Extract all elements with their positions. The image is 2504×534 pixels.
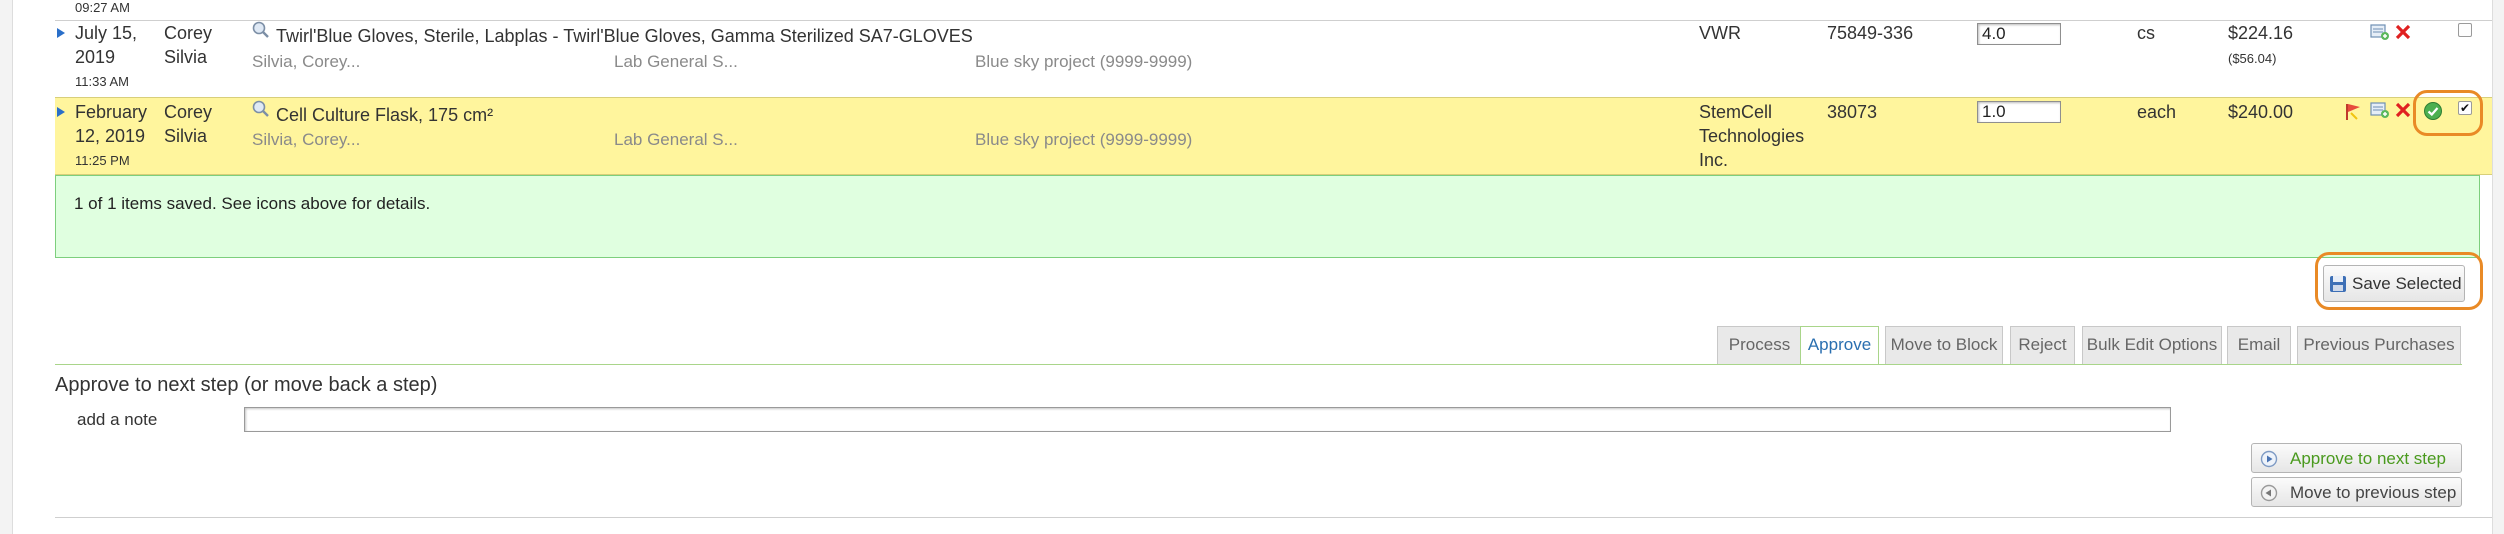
tab-bulk-edit-options[interactable]: Bulk Edit Options (2082, 326, 2222, 364)
unit: each (2137, 102, 2177, 122)
tab-previous-purchases[interactable]: Previous Purchases (2297, 326, 2461, 364)
sub-account: Lab General S... (614, 130, 738, 149)
tab-move-to-block[interactable]: Move to Block (1885, 326, 2003, 364)
approve-next-step-label: Approve to next step (2290, 449, 2446, 468)
section-heading: Approve to next step (or move back a ste… (55, 374, 438, 396)
order-date: July 15, (75, 23, 138, 43)
add-to-cart-icon[interactable] (2370, 101, 2390, 119)
item-description[interactable]: Twirl'Blue Gloves, Sterile, Labplas - Tw… (276, 24, 973, 48)
vendor-line-3: Inc. (1699, 150, 1729, 170)
unit-price: ($56.04) (2228, 51, 2277, 66)
vendor-line-1: StemCell (1699, 102, 1773, 122)
item-description[interactable]: Cell Culture Flask, 175 cm² (276, 103, 493, 127)
sub-requester: Silvia, Corey... (252, 130, 361, 149)
quantity-input[interactable] (1977, 23, 2061, 45)
right-frame (2492, 0, 2504, 534)
expand-arrow-icon[interactable] (57, 107, 65, 117)
tab-process[interactable]: Process (1717, 326, 1802, 364)
note-label: add a note (77, 410, 158, 429)
order-date: February (75, 102, 148, 122)
catalog-number: 38073 (1827, 102, 1878, 122)
vendor: VWR (1699, 23, 1741, 43)
add-to-cart-icon[interactable] (2370, 23, 2390, 41)
expand-arrow-icon[interactable] (57, 28, 65, 38)
tab-bar-line (55, 364, 2462, 365)
move-previous-step-label: Move to previous step (2290, 483, 2457, 502)
requester-last: Silvia (164, 47, 208, 67)
search-icon[interactable] (251, 21, 271, 39)
order-time: 11:25 PM (75, 153, 130, 168)
status-message: 1 of 1 items saved. See icons above for … (74, 194, 431, 213)
delete-icon[interactable] (2394, 101, 2412, 119)
requester-last: Silvia (164, 126, 208, 146)
delete-icon[interactable] (2394, 23, 2412, 41)
search-icon[interactable] (251, 100, 271, 118)
tab-reject[interactable]: Reject (2010, 326, 2075, 364)
sub-project: Blue sky project (9999-9999) (975, 130, 1193, 149)
approve-next-step-button[interactable]: Approve to next step (2251, 443, 2462, 473)
unit: cs (2137, 23, 2155, 43)
section-divider (55, 517, 2492, 518)
order-date-year: 2019 (75, 47, 116, 67)
back-circle-icon (2260, 484, 2278, 502)
row-divider (55, 20, 2492, 21)
quantity-input[interactable] (1977, 101, 2061, 123)
price: $240.00 (2228, 102, 2294, 122)
row-select-checkbox[interactable] (2458, 23, 2472, 37)
price: $224.16 (2228, 23, 2294, 43)
prev-row-time: 09:27 AM (75, 0, 130, 15)
vendor-line-2: Technologies (1699, 126, 1805, 146)
callout-ring (2413, 90, 2483, 136)
sub-account: Lab General S... (614, 52, 738, 71)
status-message-box: 1 of 1 items saved. See icons above for … (55, 175, 2480, 258)
sub-project: Blue sky project (9999-9999) (975, 52, 1193, 71)
order-time: 11:33 AM (75, 74, 129, 89)
sub-requester: Silvia, Corey... (252, 52, 361, 71)
order-date-year: 12, 2019 (75, 126, 146, 146)
flag-icon[interactable] (2343, 101, 2363, 121)
callout-ring (2315, 252, 2483, 310)
requester-first: Corey (164, 102, 213, 122)
tab-approve[interactable]: Approve (1800, 326, 1879, 365)
left-frame (0, 0, 13, 534)
note-input[interactable] (244, 407, 2171, 432)
move-previous-step-button[interactable]: Move to previous step (2251, 477, 2462, 507)
play-circle-icon (2260, 450, 2278, 468)
tab-email[interactable]: Email (2227, 326, 2291, 364)
requester-first: Corey (164, 23, 213, 43)
catalog-number: 75849-336 (1827, 23, 1914, 43)
